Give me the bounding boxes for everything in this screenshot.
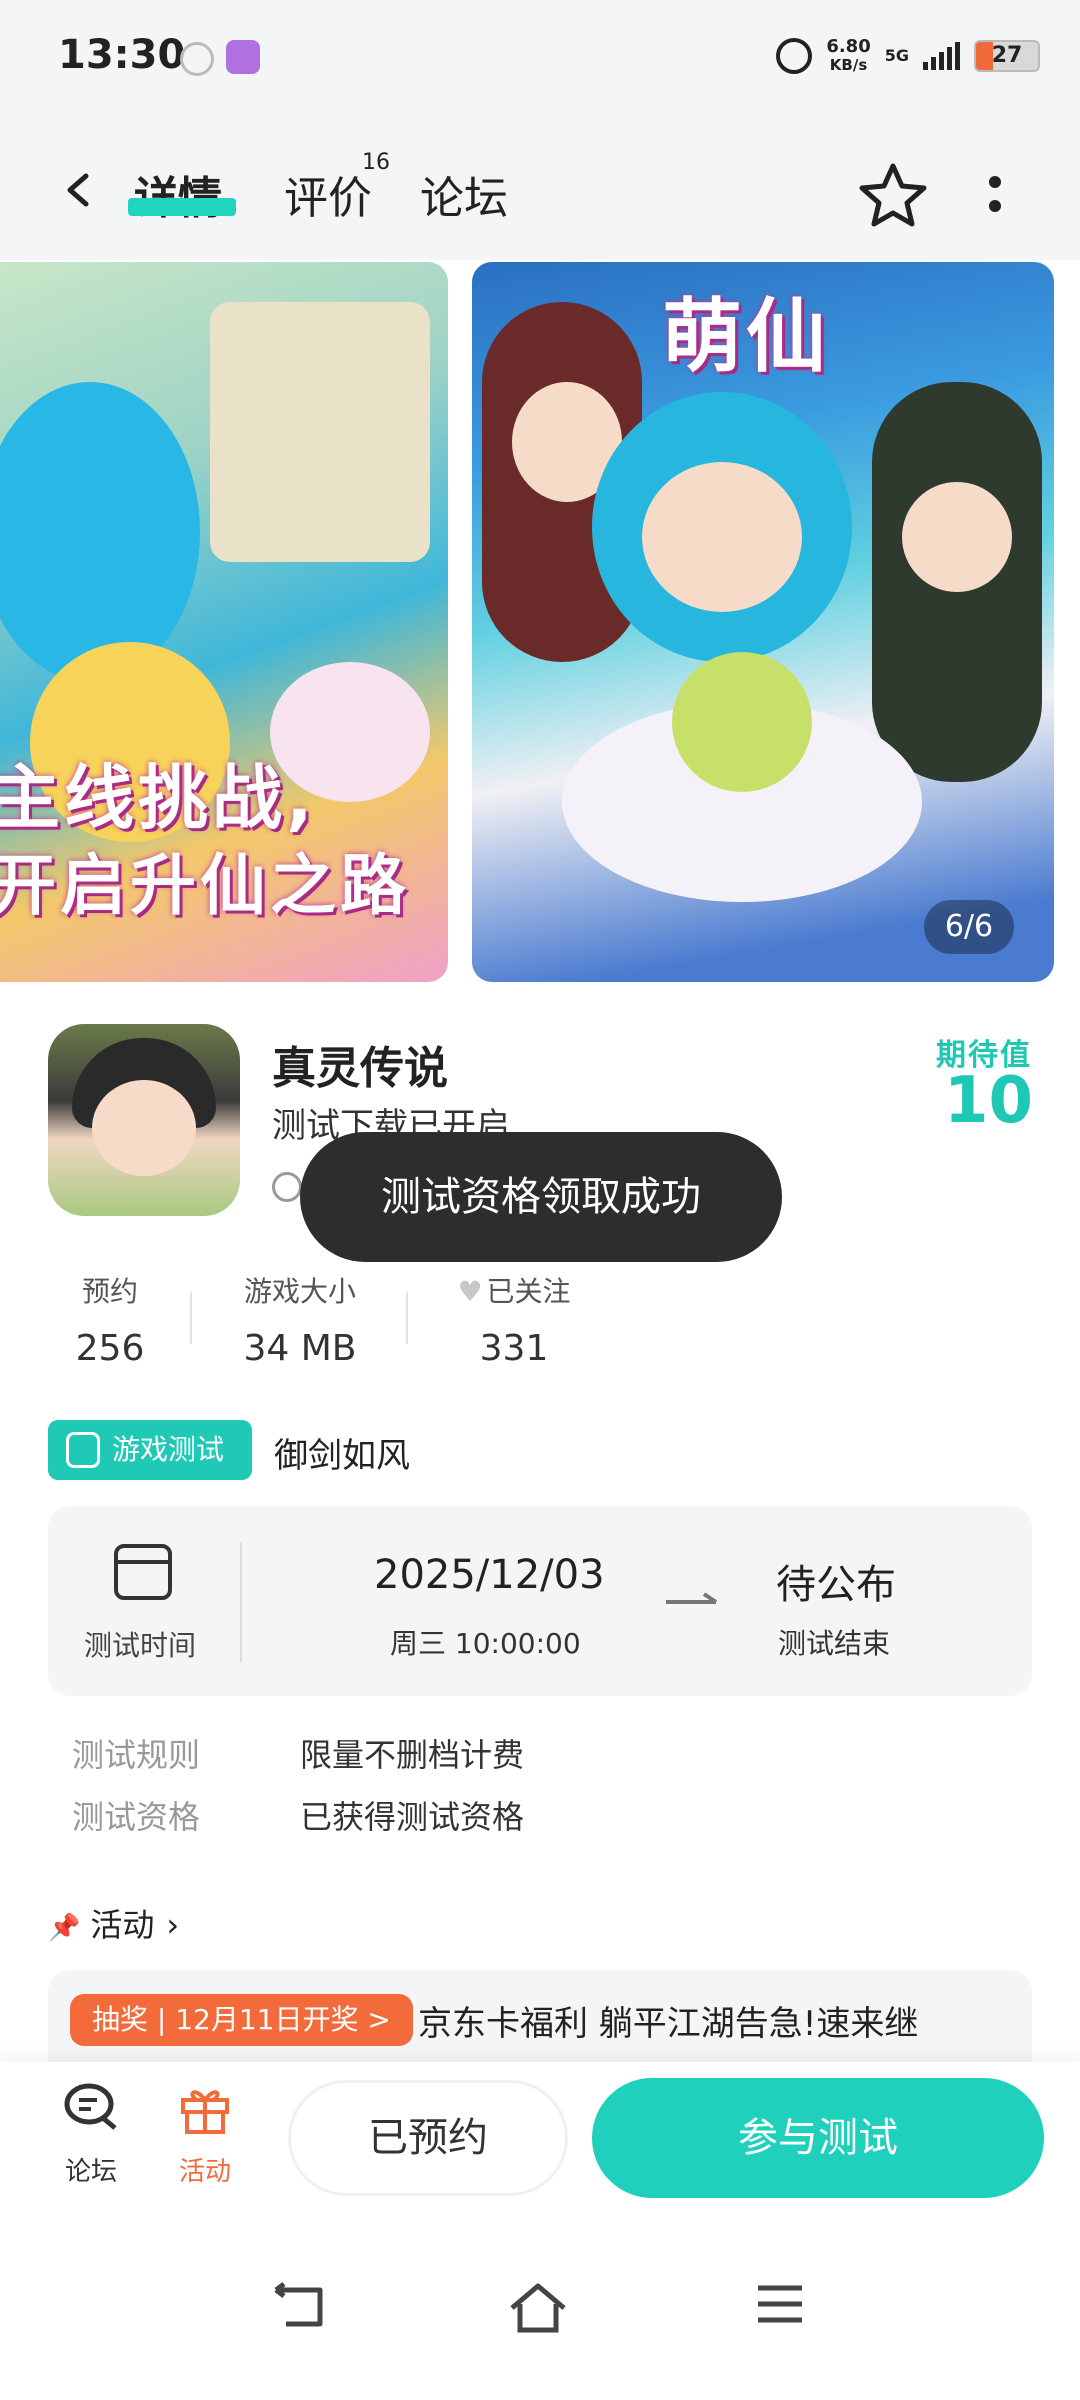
status-time: 13:30 bbox=[58, 32, 186, 78]
system-back-icon[interactable] bbox=[272, 2282, 328, 2332]
lottery-badge: 抽奖 | 12月11日开奖 > bbox=[70, 1994, 413, 2046]
forum-icon bbox=[64, 2083, 117, 2130]
reserved-button[interactable]: 已预约 bbox=[288, 2080, 568, 2196]
status-bar: 13:30 6.80 KB/s 5G 27 bbox=[0, 0, 1080, 120]
stat-followed[interactable]: ♥ 已关注 331 bbox=[444, 1270, 584, 1369]
toast-message: 测试资格领取成功 bbox=[300, 1132, 782, 1262]
tab-details[interactable]: 详情 bbox=[134, 162, 222, 226]
gallery-caption-line1: 主线挑战, bbox=[0, 757, 317, 839]
rule-key: 测试规则 bbox=[72, 1736, 201, 1774]
back-icon[interactable] bbox=[60, 172, 96, 208]
test-start-date: 2025/12/03 bbox=[374, 1552, 605, 1598]
pin-icon: 📌 bbox=[48, 1913, 81, 1943]
activity-section-header[interactable]: 📌 活动 › bbox=[48, 1900, 179, 1946]
test-end-date: 待公布 bbox=[776, 1562, 896, 1608]
activity-button[interactable]: 活动 bbox=[160, 2082, 250, 2188]
tab-reviews[interactable]: 评价 bbox=[284, 162, 372, 226]
test-start-time: 周三 10:00:00 bbox=[390, 1627, 581, 1660]
tab-forum[interactable]: 论坛 bbox=[420, 162, 508, 226]
system-home-icon[interactable] bbox=[508, 2282, 568, 2334]
reviews-count-badge: 16 bbox=[362, 150, 390, 175]
stat-label-row: ♥ 已关注 bbox=[444, 1270, 584, 1310]
game-title: 真灵传说 bbox=[272, 1043, 448, 1094]
rule-key: 测试资格 bbox=[72, 1798, 201, 1836]
network-type: 5G bbox=[884, 46, 909, 65]
test-icon bbox=[66, 1432, 100, 1468]
forum-button[interactable]: 论坛 bbox=[46, 2082, 136, 2188]
test-time-card: 测试时间 2025/12/03 周三 10:00:00 待公布 测试结束 bbox=[48, 1506, 1032, 1696]
star-icon[interactable] bbox=[858, 160, 928, 230]
screenshot-gallery[interactable]: 主线挑战, 开启升仙之路 萌仙 6/6 bbox=[0, 262, 1080, 982]
rule-value: 已获得测试资格 bbox=[300, 1798, 525, 1836]
stat-value: 34 MB bbox=[243, 1328, 357, 1369]
test-name: 御剑如风 bbox=[274, 1436, 410, 1476]
gallery-caption-title: 萌仙 bbox=[662, 290, 830, 383]
activity-text: 京东卡福利 躺平江湖告急!速来继 bbox=[418, 2004, 919, 2044]
activity-card[interactable]: 抽奖 | 12月11日开奖 > 京东卡福利 躺平江湖告急!速来继 bbox=[48, 1970, 1032, 2062]
verified-icon bbox=[272, 1172, 302, 1202]
gallery-screenshot-5[interactable]: 主线挑战, 开启升仙之路 bbox=[0, 262, 448, 982]
more-icon[interactable] bbox=[980, 170, 1010, 220]
stat-game-size: 游戏大小 34 MB bbox=[232, 1270, 368, 1369]
system-menu-icon[interactable] bbox=[756, 2282, 804, 2326]
heart-icon: ♥ bbox=[457, 1275, 483, 1308]
battery-icon: 27 bbox=[974, 40, 1040, 72]
game-app-icon bbox=[48, 1024, 240, 1216]
network-speed-unit: KB/s bbox=[829, 56, 868, 74]
test-end-label: 测试结束 bbox=[778, 1627, 891, 1660]
activity-label: 活动 bbox=[178, 2157, 231, 2187]
signal-icon bbox=[923, 42, 960, 70]
stat-label: 预约 bbox=[81, 1275, 138, 1308]
alarm-icon bbox=[776, 38, 813, 74]
card-divider bbox=[240, 1542, 242, 1662]
gallery-caption-line2: 开启升仙之路 bbox=[0, 847, 410, 924]
active-tab-indicator bbox=[128, 198, 236, 216]
network-speed: 6.80 KB/s bbox=[826, 36, 871, 75]
launcher-app-icon bbox=[226, 40, 260, 74]
rule-value: 限量不删档计费 bbox=[300, 1736, 525, 1774]
stat-divider bbox=[190, 1292, 192, 1344]
bottom-action-bar: 论坛 活动 已预约 参与测试 bbox=[0, 2062, 1080, 2212]
gift-icon bbox=[181, 2090, 229, 2134]
game-test-tag-label: 游戏测试 bbox=[112, 1433, 225, 1466]
stat-label: 游戏大小 bbox=[243, 1275, 356, 1308]
top-navigation: 详情 评价 16 论坛 bbox=[0, 120, 1080, 260]
game-test-tag: 游戏测试 bbox=[48, 1420, 252, 1480]
gallery-screenshot-6[interactable]: 萌仙 6/6 bbox=[472, 262, 1054, 982]
expectation-value: 10 bbox=[944, 1064, 1034, 1138]
stat-divider bbox=[406, 1292, 408, 1344]
arrow-right-icon bbox=[666, 1592, 718, 1604]
join-test-button[interactable]: 参与测试 bbox=[592, 2078, 1044, 2198]
gallery-pager: 6/6 bbox=[924, 900, 1014, 954]
stat-reservations: 预约 256 bbox=[72, 1270, 148, 1369]
forum-label: 论坛 bbox=[64, 2157, 117, 2187]
stat-value: 256 bbox=[75, 1328, 145, 1369]
stat-label: 已关注 bbox=[486, 1275, 571, 1308]
network-speed-value: 6.80 bbox=[826, 36, 871, 57]
status-right-group: 6.80 KB/s 5G 27 bbox=[776, 34, 1040, 78]
activity-title: 活动 bbox=[90, 1906, 155, 1944]
stat-value: 331 bbox=[479, 1328, 549, 1369]
clock-app-icon bbox=[180, 42, 214, 76]
battery-level: 27 bbox=[991, 43, 1023, 68]
test-time-label: 测试时间 bbox=[84, 1629, 197, 1662]
calendar-icon bbox=[114, 1544, 172, 1600]
chevron-right-icon: › bbox=[166, 1906, 180, 1944]
system-navigation-bar bbox=[0, 2212, 1080, 2400]
